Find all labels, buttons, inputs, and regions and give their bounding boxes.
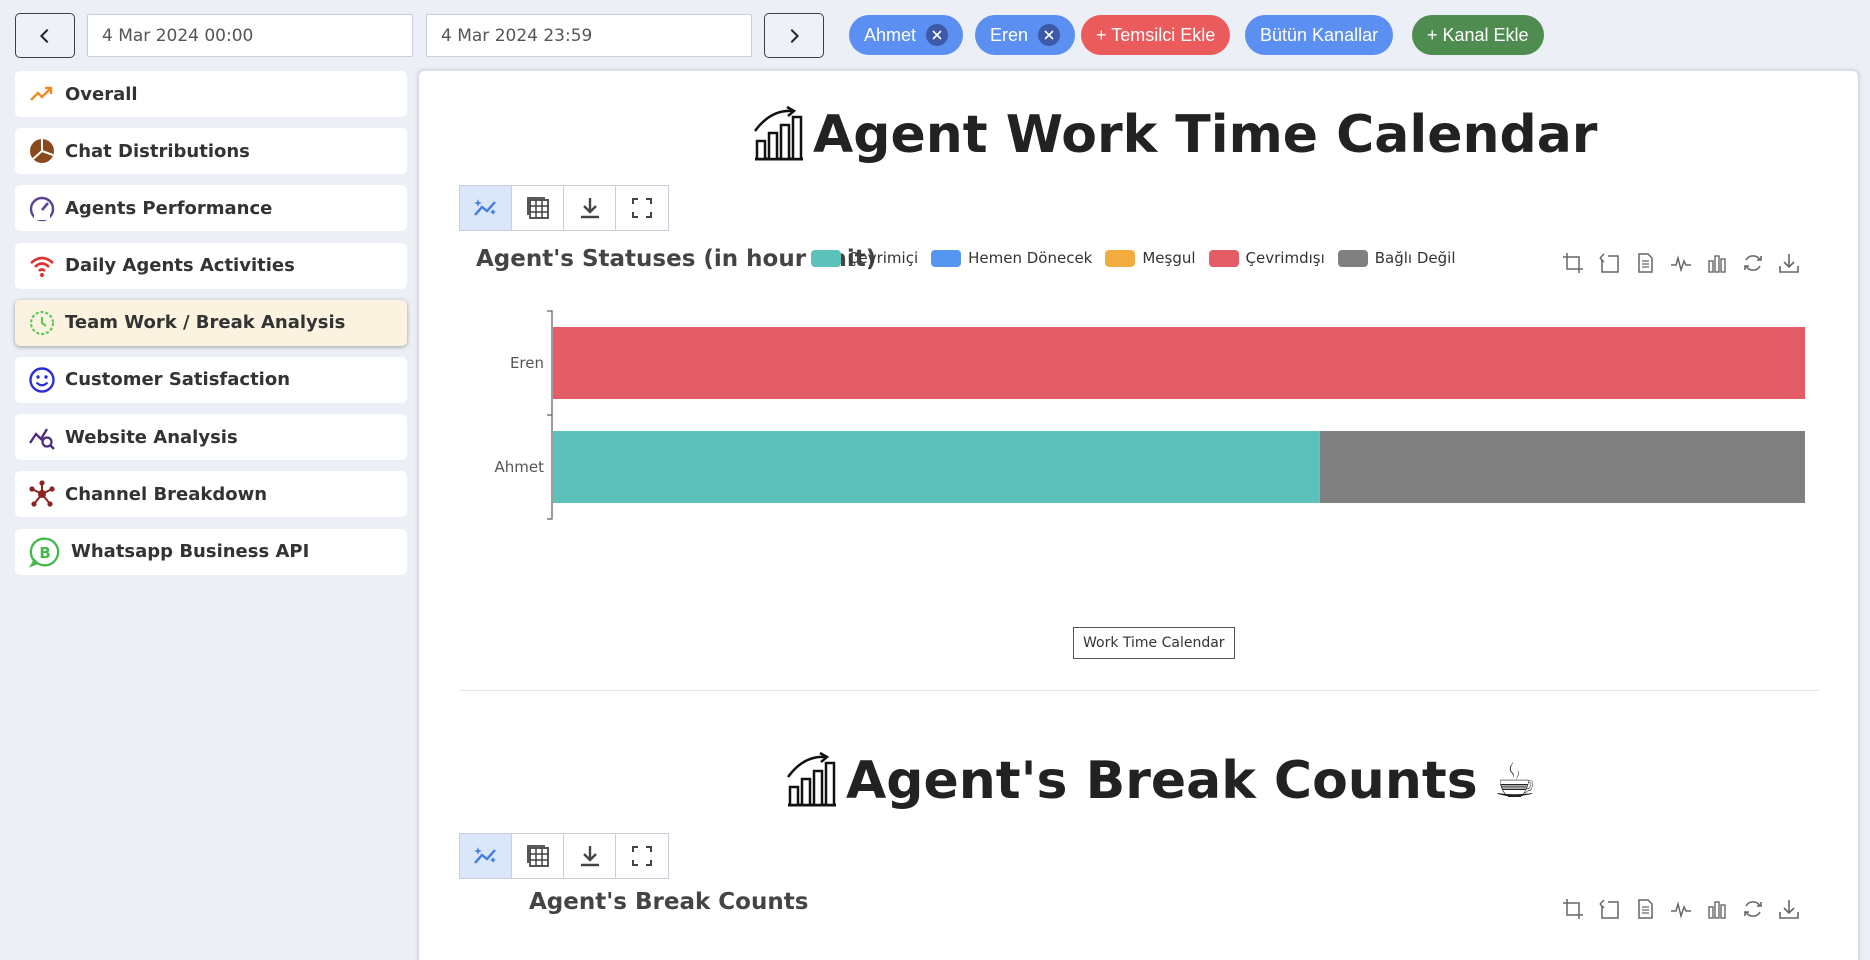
remove-agent-button[interactable]: [926, 24, 949, 46]
table-view-button[interactable]: [512, 834, 564, 878]
sidebar-item-label: Overall: [65, 83, 138, 105]
bar-chart-button[interactable]: [1703, 895, 1731, 923]
bar-chart-icon: [1708, 901, 1726, 919]
sidebar-item-channel-breakdown[interactable]: Channel Breakdown: [15, 471, 407, 518]
sidebar-item-customer-satisfaction[interactable]: Customer Satisfaction: [15, 356, 407, 403]
sidebar-item-label: Whatsapp Business API: [71, 541, 310, 562]
add-channel-button[interactable]: + Kanal Ekle: [1412, 15, 1544, 55]
end-date-input[interactable]: 4 Mar 2024 23:59: [426, 14, 752, 57]
network-icon: [27, 479, 57, 509]
line-chart-icon: [1671, 901, 1691, 919]
y-tick-label: Eren: [510, 354, 544, 372]
sidebar-item-daily-agents-activities[interactable]: Daily Agents Activities: [15, 242, 407, 289]
sidebar-item-agents-performance[interactable]: Agents Performance: [15, 185, 407, 232]
fullscreen-icon: [632, 846, 652, 866]
sidebar-item-label: Channel Breakdown: [65, 483, 268, 505]
chart-sparkle-icon: [473, 847, 496, 864]
remove-agent-button[interactable]: [1038, 24, 1061, 46]
sidebar-item-label: Daily Agents Activities: [65, 255, 295, 277]
restore-button[interactable]: [1739, 895, 1767, 923]
sidebar-item-label: Chat Distributions: [65, 140, 250, 162]
sidebar-item-label: Team Work / Break Analysis: [65, 312, 346, 334]
sidebar-item-overall[interactable]: Overall: [15, 71, 407, 117]
chevron-left-icon: [39, 28, 49, 43]
close-icon: [1044, 30, 1054, 40]
sidebar-item-website-analysis[interactable]: Website Analysis: [15, 414, 407, 461]
pie-chart-icon: [27, 136, 57, 166]
y-tick-label: Ahmet: [495, 458, 545, 476]
filter-bar: 4 Mar 2024 00:00 4 Mar 2024 23:59 Ahmet …: [15, 13, 1855, 58]
add-agent-button[interactable]: + Temsilci Ekle: [1081, 15, 1231, 55]
sidebar-item-chat-distributions[interactable]: Chat Distributions: [15, 128, 407, 175]
speedometer-icon: [27, 193, 57, 223]
previous-day-button[interactable]: [15, 13, 75, 58]
clock-icon: [27, 308, 57, 338]
download-button[interactable]: [564, 834, 616, 878]
section-title-text: Agent's Break Counts: [846, 751, 1478, 811]
bar-segment: [553, 431, 1320, 503]
table-icon: [526, 845, 549, 867]
sidebar-item-team-work-break-analysis[interactable]: Team Work / Break Analysis: [15, 299, 407, 346]
bar-segment: [1319, 431, 1805, 503]
data-view-button[interactable]: [1631, 895, 1659, 923]
chart-search-icon: [27, 422, 57, 452]
sidebar: Overall Chat Distributions Agents Perfor…: [15, 71, 407, 586]
work-time-calendar-label[interactable]: Work Time Calendar: [1073, 627, 1235, 659]
sidebar-item-whatsapp-business-api[interactable]: B Whatsapp Business API: [15, 528, 407, 575]
document-icon: [1638, 899, 1653, 919]
line-chart-button[interactable]: [1667, 895, 1695, 923]
smiley-icon: [27, 365, 57, 395]
sidebar-item-label: Agents Performance: [65, 197, 273, 219]
all-channels-button[interactable]: Bütün Kanallar: [1245, 15, 1394, 55]
download-icon: [1779, 900, 1799, 919]
agent-status-chart: Eren Ahmet: [495, 310, 1805, 520]
wifi-icon: [27, 251, 57, 281]
section-divider: [459, 690, 1819, 691]
crop-icon: [1563, 899, 1583, 919]
whatsapp-business-icon: B: [27, 536, 63, 568]
close-icon: [932, 30, 942, 40]
download-icon: [580, 846, 599, 867]
chart-view-button[interactable]: [460, 834, 512, 878]
chart-toolbox: [1551, 895, 1803, 923]
save-image-button[interactable]: [1775, 895, 1803, 923]
trending-up-icon: [27, 79, 57, 109]
undo-icon: [1599, 899, 1619, 919]
sidebar-item-label: Customer Satisfaction: [65, 369, 291, 391]
chevron-right-icon: [790, 28, 800, 43]
start-date-input[interactable]: 4 Mar 2024 00:00: [87, 14, 413, 57]
fullscreen-button[interactable]: [616, 834, 668, 878]
break-chart-axis: [539, 955, 551, 960]
crop-button[interactable]: [1559, 895, 1587, 923]
undo-zoom-button[interactable]: [1595, 895, 1623, 923]
section-title-break-counts: Agent's Break Counts ☕: [780, 751, 1537, 811]
chart-title: Agent's Break Counts: [529, 889, 809, 915]
agent-chip-ahmet[interactable]: Ahmet: [849, 15, 964, 55]
agent-chip-label: Eren: [990, 24, 1029, 45]
sidebar-item-label: Website Analysis: [65, 426, 238, 448]
coffee-icon: ☕: [1493, 753, 1537, 809]
refresh-icon: [1744, 901, 1762, 917]
bar-segment: [553, 327, 1805, 399]
svg-text:B: B: [39, 543, 50, 561]
bar-chart-icon: [786, 751, 836, 807]
agent-chip-eren[interactable]: Eren: [975, 15, 1076, 55]
main-panel: Agent Work Time Calendar Agent's Statuse…: [418, 70, 1859, 960]
next-day-button[interactable]: [764, 13, 824, 58]
agent-chip-label: Ahmet: [864, 24, 917, 45]
chart-view-toolbar: [459, 833, 669, 879]
